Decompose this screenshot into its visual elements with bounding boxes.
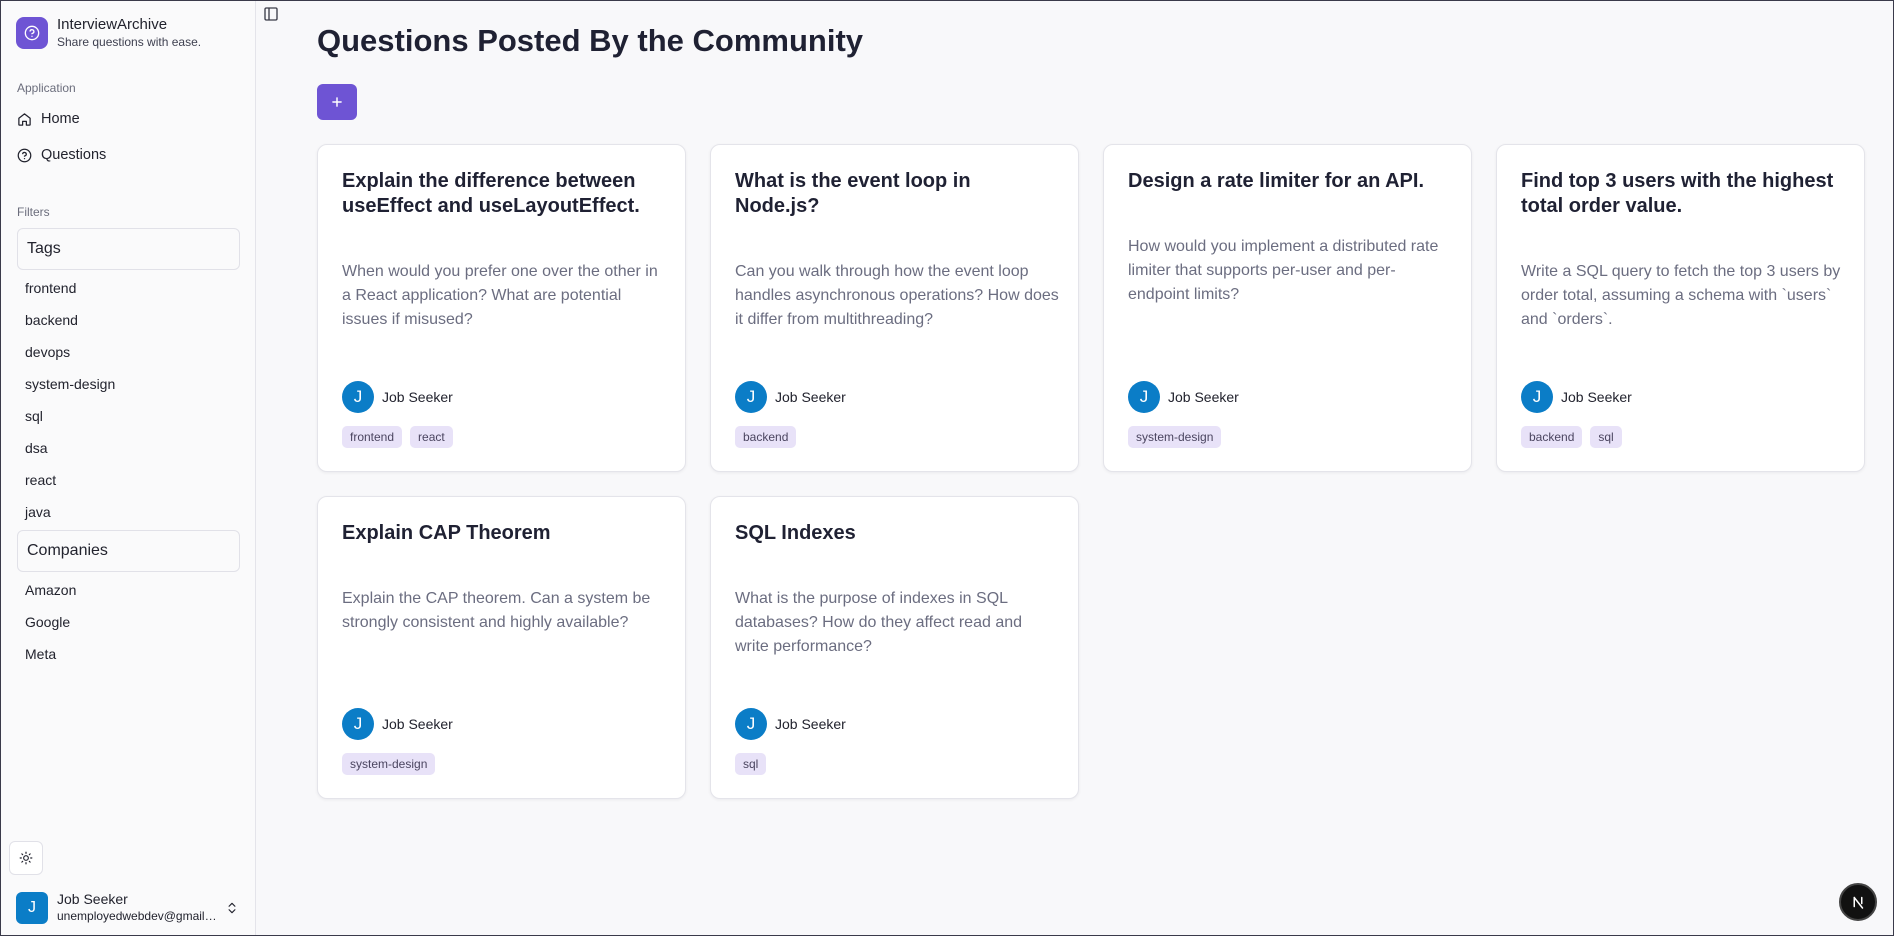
user-name: Job Seeker xyxy=(57,891,128,907)
question-author: J Job Seeker xyxy=(735,708,846,740)
tag-filter-backend[interactable]: backend xyxy=(25,312,78,328)
tag-chip[interactable]: system-design xyxy=(342,753,436,775)
avatar: J xyxy=(16,891,48,924)
question-description: What is the purpose of indexes in SQL da… xyxy=(735,590,1023,655)
avatar: J xyxy=(1128,381,1160,413)
brand[interactable]: InterviewArchive Share questions with ea… xyxy=(16,15,201,50)
question-circle-icon xyxy=(17,148,32,162)
app-name: InterviewArchive xyxy=(57,16,168,33)
avatar: J xyxy=(1521,381,1553,413)
tag-chip[interactable]: backend xyxy=(735,426,797,448)
question-title: Explain the difference between useEffect… xyxy=(342,170,640,217)
question-card[interactable]: SQL Indexes What is the purpose of index… xyxy=(710,496,1079,799)
nextjs-logo-icon xyxy=(1853,896,1864,909)
avatar: J xyxy=(342,708,374,740)
question-circle-icon xyxy=(16,16,48,49)
question-tags: frontend react xyxy=(342,426,453,448)
author-name: Job Seeker xyxy=(775,389,846,405)
question-tags: backend xyxy=(735,426,797,448)
tag-filter-frontend[interactable]: frontend xyxy=(25,280,76,296)
filters-group-label: Filters xyxy=(17,205,50,219)
question-card[interactable]: Explain CAP Theorem Explain the CAP theo… xyxy=(317,496,686,799)
avatar: J xyxy=(735,381,767,413)
author-name: Job Seeker xyxy=(775,716,846,732)
tag-chip[interactable]: system-design xyxy=(1128,426,1222,448)
theme-toggle-button[interactable] xyxy=(9,841,43,875)
question-tags: sql xyxy=(735,753,767,775)
add-question-button[interactable] xyxy=(317,84,357,120)
company-filter-amazon[interactable]: Amazon xyxy=(25,582,76,598)
author-name: Job Seeker xyxy=(1561,389,1632,405)
tag-chip[interactable]: backend xyxy=(1521,426,1583,448)
question-tags: system-design xyxy=(342,753,436,775)
nextjs-devtools-button[interactable] xyxy=(1839,883,1877,921)
sidebar-item-home[interactable]: Home xyxy=(17,111,80,127)
question-card[interactable]: Find top 3 users with the highest total … xyxy=(1496,144,1865,472)
plus-icon xyxy=(332,97,342,107)
question-tags: backend sql xyxy=(1521,426,1622,448)
application-group-label: Application xyxy=(17,81,76,95)
question-author: J Job Seeker xyxy=(1521,381,1632,413)
question-description: Write a SQL query to fetch the top 3 use… xyxy=(1521,263,1841,328)
page-title: Questions Posted By the Community xyxy=(317,23,864,58)
panel-left-icon xyxy=(264,7,278,21)
tag-chip[interactable]: sql xyxy=(735,753,767,775)
question-description: Can you walk through how the event loop … xyxy=(735,263,1059,328)
question-description: Explain the CAP theorem. Can a system be… xyxy=(342,590,651,631)
avatar: J xyxy=(342,381,374,413)
question-tags: system-design xyxy=(1128,426,1222,448)
tag-chip[interactable]: frontend xyxy=(342,426,403,448)
user-email: unemployedwebdev@gmail.com xyxy=(57,909,217,923)
tag-filter-system-design[interactable]: system-design xyxy=(25,376,115,392)
sidebar-item-label: Questions xyxy=(41,147,107,163)
avatar: J xyxy=(735,708,767,740)
question-author: J Job Seeker xyxy=(735,381,846,413)
tags-filter-header[interactable]: Tags xyxy=(17,228,240,270)
author-name: Job Seeker xyxy=(382,389,453,405)
tag-chip[interactable]: react xyxy=(410,426,453,448)
company-filter-google[interactable]: Google xyxy=(25,614,70,630)
tag-filter-react[interactable]: react xyxy=(25,472,56,488)
question-title: Find top 3 users with the highest total … xyxy=(1521,170,1834,217)
companies-filter-header[interactable]: Companies xyxy=(17,530,240,572)
question-card[interactable]: Explain the difference between useEffect… xyxy=(317,144,686,472)
sidebar-toggle-button[interactable] xyxy=(263,6,279,27)
tag-filter-java[interactable]: java xyxy=(25,504,51,520)
tag-filter-devops[interactable]: devops xyxy=(25,344,70,360)
chevrons-up-down-icon xyxy=(228,902,236,913)
question-author: J Job Seeker xyxy=(1128,381,1239,413)
sun-icon xyxy=(19,851,33,865)
tag-filter-dsa[interactable]: dsa xyxy=(25,440,48,456)
question-author: J Job Seeker xyxy=(342,381,453,413)
question-title: Explain CAP Theorem xyxy=(342,522,551,544)
sidebar: InterviewArchive Share questions with ea… xyxy=(1,1,256,935)
question-card[interactable]: Design a rate limiter for an API. How wo… xyxy=(1103,144,1472,472)
question-description: When would you prefer one over the other… xyxy=(342,263,658,328)
user-menu[interactable]: J Job Seeker unemployedwebdev@gmail.com xyxy=(16,891,241,924)
question-description: How would you implement a distributed ra… xyxy=(1128,238,1439,303)
question-author: J Job Seeker xyxy=(342,708,453,740)
question-title: Design a rate limiter for an API. xyxy=(1128,170,1425,192)
question-title: SQL Indexes xyxy=(735,522,856,544)
question-card[interactable]: What is the event loop in Node.js? Can y… xyxy=(710,144,1079,472)
sidebar-item-label: Home xyxy=(41,111,80,127)
app-tagline: Share questions with ease. xyxy=(57,35,202,49)
company-filter-meta[interactable]: Meta xyxy=(25,646,56,662)
home-icon xyxy=(18,112,31,126)
question-title: What is the event loop in Node.js? xyxy=(735,170,971,217)
author-name: Job Seeker xyxy=(1168,389,1239,405)
sidebar-item-questions[interactable]: Questions xyxy=(17,147,106,163)
tag-chip[interactable]: sql xyxy=(1590,426,1622,448)
tag-filter-sql[interactable]: sql xyxy=(25,408,43,424)
author-name: Job Seeker xyxy=(382,716,453,732)
